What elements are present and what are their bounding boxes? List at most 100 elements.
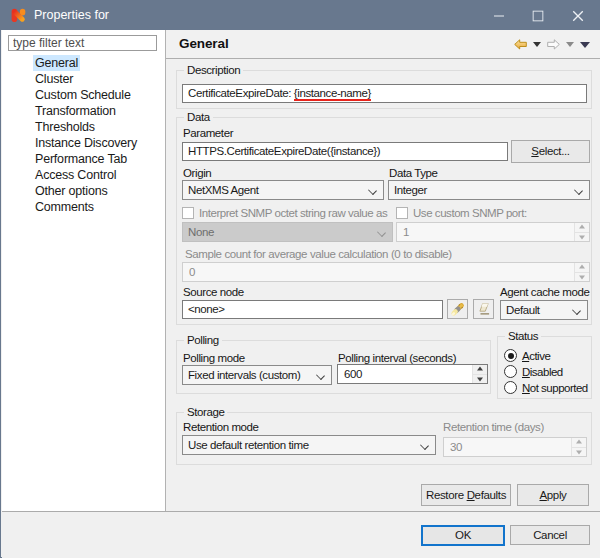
clear-source-node-button[interactable] <box>473 299 494 319</box>
polling-mode-combo-chevron-icon <box>317 372 324 379</box>
sidebar-item-comments[interactable]: Comments <box>2 199 165 215</box>
storage-group: Storage Retention mode Retention time (d… <box>176 412 592 465</box>
sidebar-item-label: Performance Tab <box>33 151 129 167</box>
retention-mode-combo[interactable]: Use default retention time <box>182 435 436 455</box>
apply-button[interactable]: Apply <box>517 484 589 506</box>
description-value-prefix: CertificateExpireDate: <box>188 87 294 99</box>
general-page: Description CertificateExpireDate: {inst… <box>166 60 600 511</box>
page-header: General <box>166 30 600 59</box>
polling-interval-value: 600 <box>344 368 362 380</box>
snmp-port-spinner: 1 <box>396 222 590 242</box>
ok-button-label: OK <box>423 527 503 544</box>
description-group-label: Description <box>184 63 243 78</box>
select-source-node-button[interactable] <box>447 299 468 319</box>
source-node-field[interactable]: <none> <box>182 300 443 319</box>
polling-mode-value: Fixed intervals (custom) <box>188 369 300 381</box>
label-part-mnemonic: D <box>467 489 475 501</box>
label-part: pply <box>547 489 567 501</box>
restore-defaults-button[interactable]: Restore Defaults <box>421 484 511 506</box>
maximize-button[interactable] <box>518 1 558 30</box>
polling-interval-spinner-arrows[interactable] <box>472 365 487 383</box>
data-type-combo[interactable]: Integer <box>388 180 590 200</box>
cancel-button[interactable]: Cancel <box>510 525 590 545</box>
data-type-combo-chevron-icon <box>575 187 582 194</box>
origin-value: NetXMS Agent <box>188 184 259 196</box>
back-history-dropdown-icon[interactable] <box>533 42 541 47</box>
status-radio-label: Active <box>522 349 550 363</box>
sidebar-item-label: General <box>33 55 80 71</box>
filter-input[interactable] <box>8 35 157 51</box>
snmp-raw-type-value: None <box>188 226 214 238</box>
status-radio-label: Not supported <box>522 381 588 395</box>
category-sidebar: GeneralClusterCustom ScheduleTransformat… <box>2 30 165 511</box>
forward-history-dropdown-icon[interactable] <box>566 42 574 47</box>
sidebar-item-transformation[interactable]: Transformation <box>2 103 165 119</box>
radio-circle-icon <box>504 349 517 362</box>
storage-group-label: Storage <box>184 405 227 420</box>
sidebar-item-cluster[interactable]: Cluster <box>2 71 165 87</box>
sidebar-item-label: Cluster <box>33 71 75 87</box>
title-bar: Properties for <box>1 1 599 30</box>
description-value-instance-name: {instance-name} <box>294 87 371 101</box>
parameter-field[interactable]: HTTPS.CertificateExpireDate({instance}) <box>182 142 508 161</box>
agent-cache-mode-combo[interactable]: Default <box>500 300 588 320</box>
retention-mode-value: Use default retention time <box>188 439 309 451</box>
button-bar: OK Cancel <box>2 512 600 558</box>
maximize-icon <box>533 10 544 21</box>
retention-time-label: Retention time (days) <box>443 421 544 434</box>
view-menu-icon[interactable] <box>580 42 590 48</box>
minimize-button[interactable] <box>479 1 519 30</box>
agent-cache-mode-value: Default <box>506 304 540 316</box>
parameter-value: HTTPS.CertificateExpireDate({instance}) <box>188 145 380 157</box>
label-part: ot supported <box>530 382 588 394</box>
ok-button[interactable]: OK <box>421 525 505 546</box>
retention-mode-combo-chevron-icon <box>421 442 428 449</box>
polling-mode-combo[interactable]: Fixed intervals (custom) <box>182 365 332 385</box>
page-title: General <box>179 30 229 59</box>
agent-cache-mode-label: Agent cache mode <box>500 286 590 299</box>
sidebar-item-thresholds[interactable]: Thresholds <box>2 119 165 135</box>
select-button[interactable]: Select... <box>511 140 590 163</box>
snmp-port-spinner-arrows <box>574 223 589 241</box>
sidebar-item-instance-discovery[interactable]: Instance Discovery <box>2 135 165 151</box>
close-button[interactable] <box>558 1 598 30</box>
back-arrow-icon[interactable] <box>514 39 527 50</box>
sidebar-item-custom-schedule[interactable]: Custom Schedule <box>2 87 165 103</box>
forward-arrow-icon[interactable] <box>547 39 560 50</box>
description-field[interactable]: CertificateExpireDate: {instance-name} <box>182 84 587 103</box>
snmp-port-value: 1 <box>403 226 409 238</box>
sidebar-item-label: Access Control <box>33 167 118 183</box>
main-panel: General Description CertificateExpi <box>166 30 600 511</box>
sample-count-label: Sample count for average value calculati… <box>185 248 452 261</box>
eraser-icon <box>476 302 491 316</box>
label-part: elect... <box>539 145 570 157</box>
sample-count-spinner-up-icon <box>575 263 589 272</box>
page-nav <box>514 30 590 59</box>
window-title: Properties for <box>34 1 109 30</box>
origin-combo[interactable]: NetXMS Agent <box>182 180 384 200</box>
sidebar-item-label: Other options <box>33 183 109 199</box>
sidebar-item-performance-tab[interactable]: Performance Tab <box>2 151 165 167</box>
sidebar-item-other-options[interactable]: Other options <box>2 183 165 199</box>
restore-defaults-button-label: Restore Defaults <box>422 485 510 505</box>
sidebar-item-general[interactable]: General <box>2 55 165 71</box>
interpret-snmp-checkbox-box <box>182 207 194 219</box>
description-group: Description CertificateExpireDate: {inst… <box>176 70 592 109</box>
sidebar-item-label: Comments <box>33 199 96 215</box>
sidebar-item-access-control[interactable]: Access Control <box>2 167 165 183</box>
minimize-icon <box>494 10 505 21</box>
retention-mode-label: Retention mode <box>183 421 259 434</box>
parameter-label: Parameter <box>183 127 233 140</box>
source-node-label: Source node <box>183 286 244 299</box>
sidebar-item-label: Instance Discovery <box>33 135 139 151</box>
polling-interval-spinner-down-icon <box>473 374 487 384</box>
properties-dialog: Properties for GeneralClusterCustom Sche… <box>0 0 600 558</box>
polling-interval-spinner[interactable]: 600 <box>337 364 488 384</box>
status-group: Status ActiveDisabledNot supported <box>497 336 592 399</box>
sample-count-spinner-arrows <box>574 263 589 281</box>
close-icon <box>573 10 584 21</box>
sidebar-item-label: Thresholds <box>33 119 97 135</box>
label-part: ctive <box>529 350 550 362</box>
label-part-mnemonic: D <box>522 366 530 378</box>
custom-snmp-port-checkbox-label: Use custom SNMP port: <box>413 207 527 220</box>
